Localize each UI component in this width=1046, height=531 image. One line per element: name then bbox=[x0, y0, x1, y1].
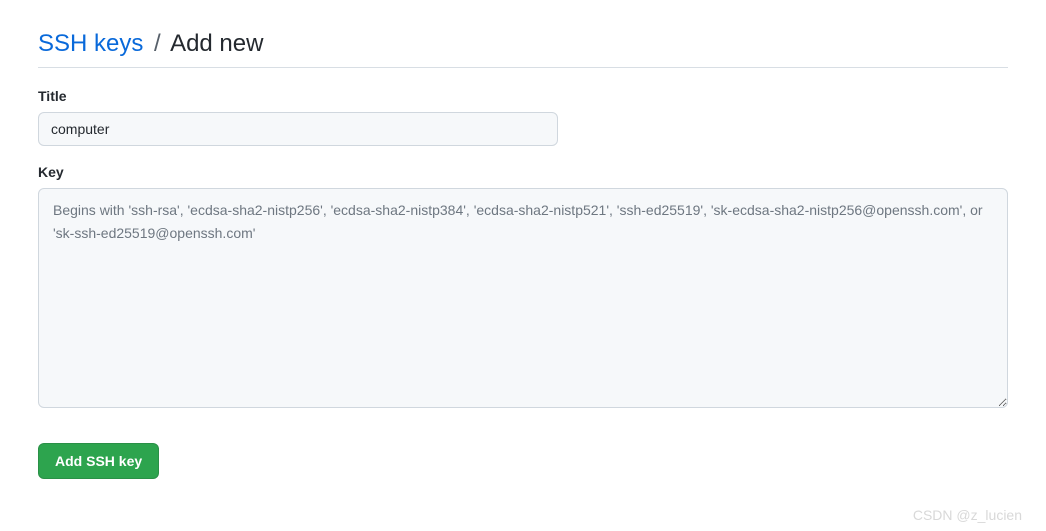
add-ssh-key-button[interactable]: Add SSH key bbox=[38, 443, 159, 479]
breadcrumb-link-ssh-keys[interactable]: SSH keys bbox=[38, 30, 143, 57]
key-label: Key bbox=[38, 164, 1008, 180]
breadcrumb-current: Add new bbox=[170, 30, 263, 57]
title-field-group: Title bbox=[38, 88, 1008, 146]
page-title: SSH keys / Add new bbox=[38, 28, 1008, 59]
breadcrumb: SSH keys / Add new bbox=[38, 28, 1008, 68]
title-label: Title bbox=[38, 88, 1008, 104]
watermark: CSDN @z_lucien bbox=[913, 507, 1022, 523]
breadcrumb-separator: / bbox=[154, 30, 161, 57]
title-input[interactable] bbox=[38, 112, 558, 146]
key-textarea[interactable] bbox=[38, 188, 1008, 408]
key-field-group: Key bbox=[38, 164, 1008, 413]
